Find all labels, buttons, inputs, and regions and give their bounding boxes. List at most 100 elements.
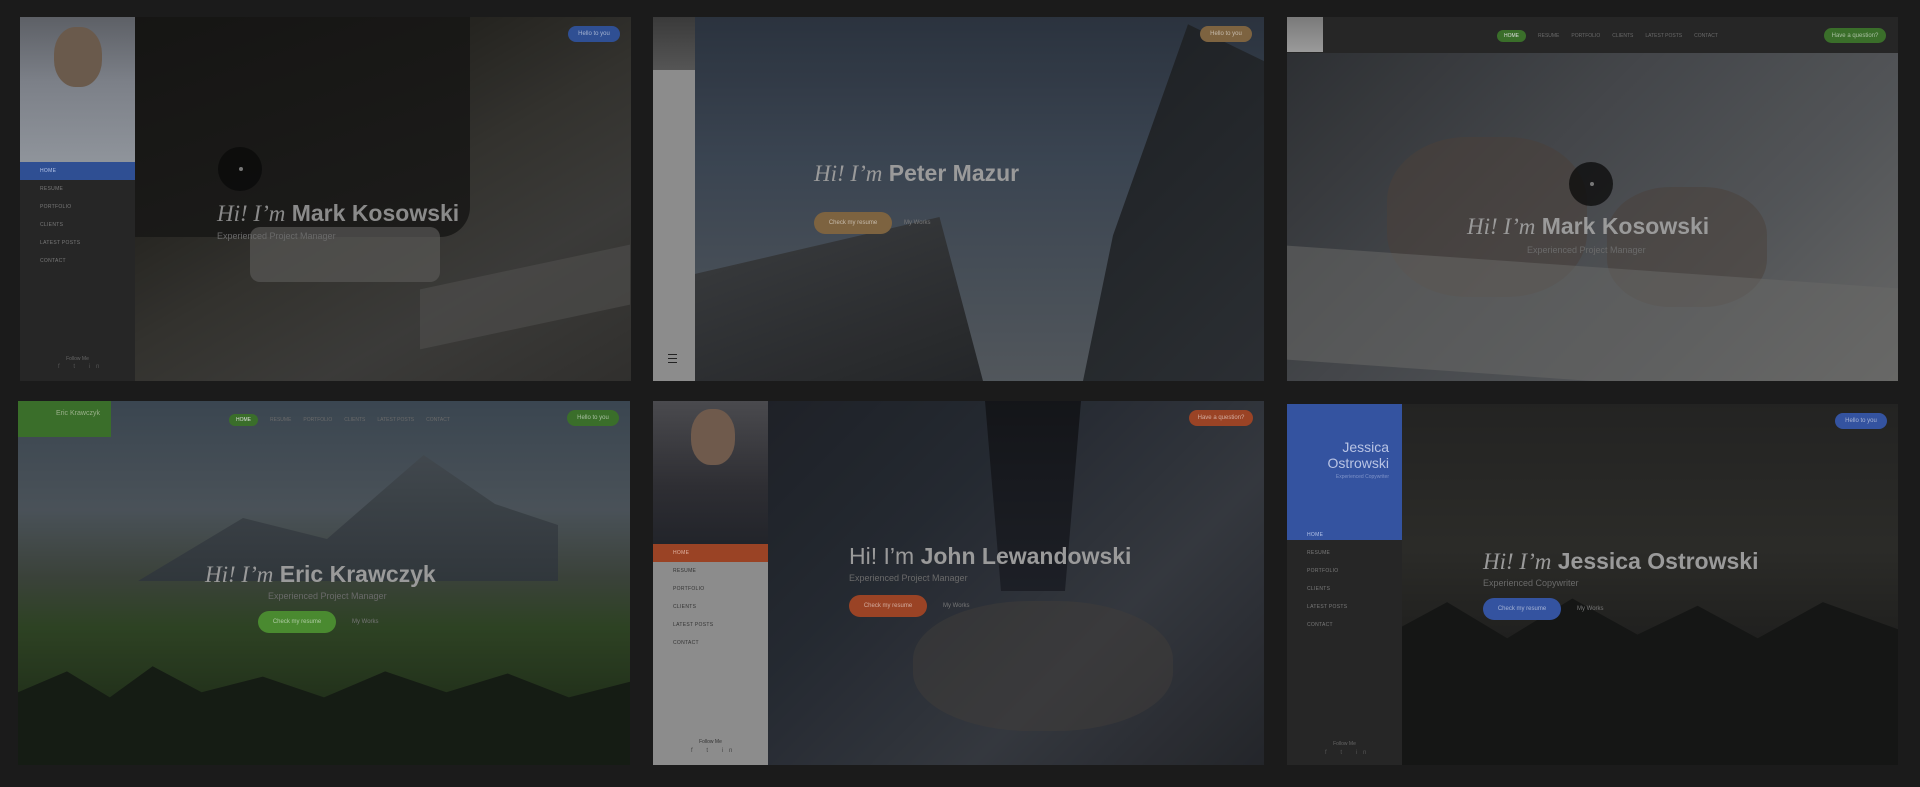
cta-button[interactable]: Hello to you bbox=[567, 410, 619, 426]
brand-name-last: Ostrowski bbox=[1327, 455, 1389, 471]
hero-name: John Lewandowski bbox=[920, 543, 1132, 569]
cta-button[interactable]: Hello to you bbox=[568, 26, 620, 42]
hero-title: Hi! I’m John Lewandowski bbox=[849, 543, 1131, 570]
avatar bbox=[653, 17, 695, 70]
my-works-link[interactable]: My Works bbox=[904, 220, 931, 226]
hero-name: Peter Mazur bbox=[888, 160, 1020, 186]
brand-block bbox=[18, 401, 111, 437]
hero-subtitle: Experienced Project Manager bbox=[217, 231, 336, 241]
nav-active-bar bbox=[653, 544, 768, 562]
cta-button[interactable]: Hello to you bbox=[1835, 413, 1887, 429]
nav-latest-posts[interactable]: Latest Posts bbox=[40, 240, 80, 246]
nav-portfolio[interactable]: Portfolio bbox=[40, 204, 72, 210]
cta-button[interactable]: Have a question? bbox=[1824, 28, 1886, 43]
brand-name: Eric Krawczyk bbox=[56, 410, 100, 417]
hero-subtitle: Experienced Project Manager bbox=[849, 573, 968, 583]
hero-subtitle: Experienced Project Manager bbox=[1527, 245, 1646, 255]
nav-clients[interactable]: Clients bbox=[1307, 586, 1330, 592]
avatar bbox=[691, 409, 735, 465]
nav-home[interactable]: Home bbox=[229, 414, 258, 426]
nav-portfolio[interactable]: Portfolio bbox=[1571, 33, 1600, 39]
social-icons[interactable]: f t in bbox=[1325, 750, 1372, 756]
social-icons[interactable]: f t in bbox=[691, 748, 738, 754]
check-resume-button[interactable]: Check my resume bbox=[258, 611, 336, 633]
follow-label: Follow Me bbox=[1333, 741, 1356, 747]
nav-contact[interactable]: Contact bbox=[1307, 622, 1333, 628]
nav-contact[interactable]: Contact bbox=[1694, 33, 1718, 39]
hero-greeting: Hi! I’m bbox=[849, 543, 915, 569]
nav-contact[interactable]: Contact bbox=[40, 258, 66, 264]
avatar bbox=[54, 27, 102, 87]
hero-name: Eric Krawczyk bbox=[279, 561, 436, 587]
nav-latest-posts[interactable]: Latest Posts bbox=[1645, 33, 1682, 39]
sidebar: Jessica Ostrowski Experienced Copywriter… bbox=[1287, 404, 1402, 765]
nav-latest-posts[interactable]: Latest Posts bbox=[673, 622, 713, 628]
top-nav: Home Resume Portfolio Clients Latest Pos… bbox=[1497, 30, 1718, 42]
theme-preview-mark-topnav[interactable]: Home Resume Portfolio Clients Latest Pos… bbox=[1287, 17, 1898, 381]
hero-greeting: Hi! I’m bbox=[1483, 549, 1552, 574]
brand-subtitle: Experienced Copywriter bbox=[1335, 474, 1389, 480]
social-icons[interactable]: f t in bbox=[58, 364, 105, 370]
theme-preview-eric-krawczyk[interactable]: Eric Krawczyk Home Resume Portfolio Clie… bbox=[18, 401, 630, 765]
theme-preview-peter-mazur[interactable]: Hi! I’m Peter Mazur Check my resume My W… bbox=[653, 17, 1264, 381]
hero-name: Jessica Ostrowski bbox=[1557, 548, 1759, 574]
nav-clients[interactable]: Clients bbox=[1612, 33, 1633, 39]
brand-block bbox=[1287, 404, 1402, 540]
nav-clients[interactable]: Clients bbox=[40, 222, 63, 228]
nav-resume[interactable]: Resume bbox=[673, 568, 696, 574]
cta-button[interactable]: Hello to you bbox=[1200, 26, 1252, 42]
nav-resume[interactable]: Resume bbox=[1538, 33, 1559, 39]
nav-contact[interactable]: Contact bbox=[426, 417, 450, 423]
nav-latest-posts[interactable]: Latest Posts bbox=[377, 417, 414, 423]
sidebar: Home Resume Portfolio Clients Latest Pos… bbox=[653, 401, 768, 765]
my-works-link[interactable]: My Works bbox=[943, 603, 970, 609]
nav-home[interactable]: Home bbox=[673, 550, 689, 556]
avatar bbox=[1287, 17, 1323, 52]
nav-contact[interactable]: Contact bbox=[673, 640, 699, 646]
follow-label: Follow Me bbox=[66, 356, 89, 362]
hero-greeting: Hi! I’m bbox=[814, 161, 883, 186]
nav-home[interactable]: Home bbox=[1497, 30, 1526, 42]
nav-clients[interactable]: Clients bbox=[673, 604, 696, 610]
sidebar bbox=[653, 17, 695, 381]
check-resume-button[interactable]: Check my resume bbox=[849, 595, 927, 617]
hero-name: Mark Kosowski bbox=[291, 200, 460, 226]
hero-greeting: Hi! I’m bbox=[1467, 214, 1536, 239]
play-icon[interactable] bbox=[1569, 162, 1613, 206]
hero-title: Hi! I’m Mark Kosowski bbox=[217, 200, 459, 227]
my-works-link[interactable]: My Works bbox=[352, 619, 379, 625]
nav-clients[interactable]: Clients bbox=[344, 417, 365, 423]
theme-preview-john-lewandowski[interactable]: Home Resume Portfolio Clients Latest Pos… bbox=[653, 401, 1264, 765]
hero-greeting: Hi! I’m bbox=[205, 562, 274, 587]
my-works-link[interactable]: My Works bbox=[1577, 606, 1604, 612]
nav-active-bar bbox=[20, 162, 135, 180]
nav-portfolio[interactable]: Portfolio bbox=[303, 417, 332, 423]
top-nav: Home Resume Portfolio Clients Latest Pos… bbox=[229, 414, 450, 426]
theme-preview-mark-sidebar[interactable]: Home Resume Portfolio Clients Latest Pos… bbox=[20, 17, 631, 381]
hero-name: Mark Kosowski bbox=[1541, 213, 1710, 239]
brand-name-first: Jessica bbox=[1342, 439, 1389, 455]
hero-title: Hi! I’m Jessica Ostrowski bbox=[1483, 548, 1758, 575]
hero-greeting: Hi! I’m bbox=[217, 201, 286, 226]
nav-home[interactable]: Home bbox=[40, 168, 56, 174]
hero-title: Hi! I’m Eric Krawczyk bbox=[205, 561, 436, 588]
play-icon[interactable] bbox=[218, 147, 262, 191]
check-resume-button[interactable]: Check my resume bbox=[1483, 598, 1561, 620]
nav-latest-posts[interactable]: Latest Posts bbox=[1307, 604, 1347, 610]
nav-resume[interactable]: Resume bbox=[1307, 550, 1330, 556]
nav-resume[interactable]: Resume bbox=[270, 417, 291, 423]
hero-title: Hi! I’m Mark Kosowski bbox=[1467, 213, 1709, 240]
nav-portfolio[interactable]: Portfolio bbox=[1307, 568, 1339, 574]
theme-preview-jessica-ostrowski[interactable]: Jessica Ostrowski Experienced Copywriter… bbox=[1287, 404, 1898, 765]
nav-resume[interactable]: Resume bbox=[40, 186, 63, 192]
hero-title: Hi! I’m Peter Mazur bbox=[814, 160, 1019, 187]
sidebar: Home Resume Portfolio Clients Latest Pos… bbox=[20, 17, 135, 381]
hero-subtitle: Experienced Copywriter bbox=[1483, 578, 1579, 588]
check-resume-button[interactable]: Check my resume bbox=[814, 212, 892, 234]
hero-subtitle: Experienced Project Manager bbox=[268, 591, 387, 601]
cta-button[interactable]: Have a question? bbox=[1189, 410, 1253, 426]
menu-icon[interactable] bbox=[668, 354, 677, 363]
nav-portfolio[interactable]: Portfolio bbox=[673, 586, 705, 592]
nav-home[interactable]: Home bbox=[1307, 532, 1323, 538]
follow-label: Follow Me bbox=[699, 739, 722, 745]
